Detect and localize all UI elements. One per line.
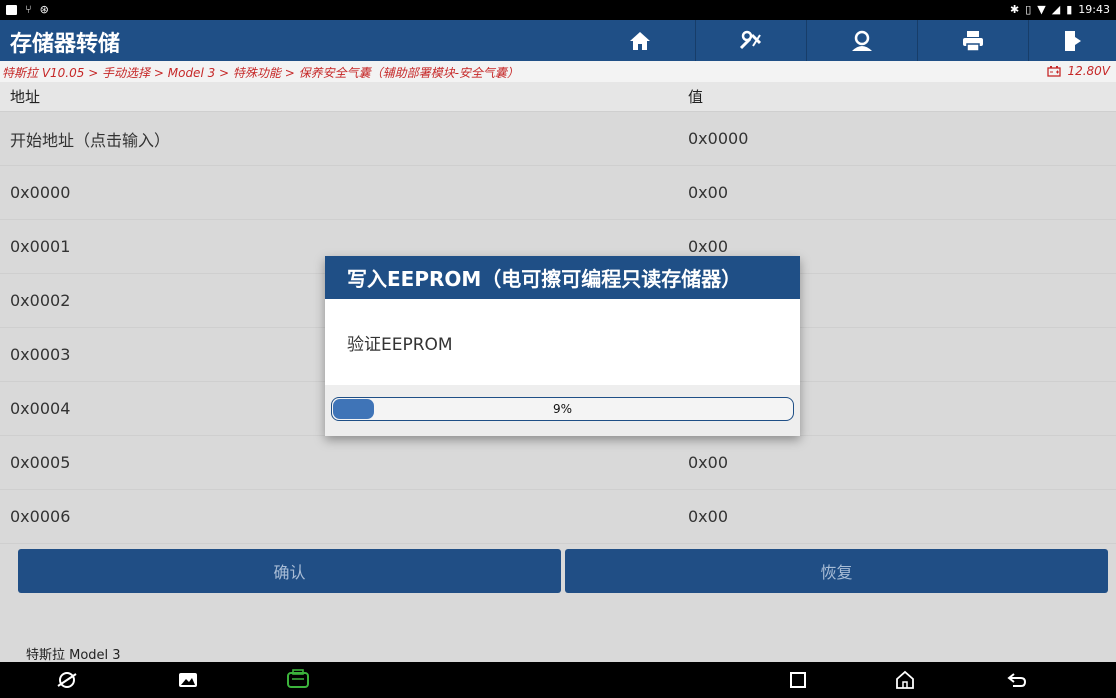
progress-label: 9% <box>552 402 573 416</box>
cell-address: 0x0005 <box>10 453 71 472</box>
browser-button[interactable] <box>55 668 79 692</box>
exit-button[interactable] <box>1029 20 1116 61</box>
vehicle-label: 特斯拉 Model 3 <box>26 648 121 663</box>
home-icon <box>630 31 650 50</box>
breadcrumb-path: 特斯拉 V10.05 > 手动选择 > Model 3 > 特殊功能 > 保养安… <box>2 66 519 80</box>
usb-icon: ⑂ <box>25 3 32 16</box>
table-row[interactable]: 0x0006 0x00 <box>0 490 1116 544</box>
signal-icon: ◢ <box>1051 3 1061 16</box>
print-button[interactable] <box>918 20 1028 61</box>
printer-icon <box>963 30 983 52</box>
table-row[interactable]: 0x0005 0x00 <box>0 436 1116 490</box>
gallery-button[interactable] <box>176 668 200 692</box>
confirm-button[interactable]: 确认 <box>18 549 561 593</box>
column-header-address: 地址 <box>10 88 41 106</box>
recents-icon <box>790 672 806 688</box>
table-row-start-address[interactable]: 开始地址（点击输入） 0x0000 <box>0 112 1116 166</box>
dialog-title: 写入EEPROM（电可擦可编程只读存储器） <box>325 256 800 299</box>
cell-value: 0x00 <box>688 453 729 472</box>
column-header-value: 值 <box>688 88 704 106</box>
home-nav-button[interactable] <box>893 668 917 692</box>
cell-address: 0x0000 <box>10 183 71 202</box>
user-button[interactable] <box>807 20 917 61</box>
progress-bar: 9% <box>331 397 794 421</box>
restore-button[interactable]: 恢复 <box>565 549 1108 593</box>
bluetooth-icon: ✱ <box>1010 3 1020 16</box>
user-icon <box>852 30 872 51</box>
orbit-icon <box>57 672 77 688</box>
table-header: 地址 值 <box>0 82 1116 112</box>
back-button[interactable] <box>1005 668 1029 692</box>
table-row[interactable]: 0x0000 0x00 <box>0 166 1116 220</box>
vci-icon <box>287 669 309 688</box>
cell-value: 0x00 <box>688 507 729 526</box>
back-icon <box>1007 673 1027 687</box>
battery-voltage-icon <box>1047 65 1062 77</box>
cell-value: 0x0000 <box>688 129 749 148</box>
vci-button[interactable] <box>286 668 310 692</box>
breadcrumb: 特斯拉 V10.05 > 手动选择 > Model 3 > 特殊功能 > 保养安… <box>0 61 1116 82</box>
clock: 19:43 <box>1078 3 1110 16</box>
status-bar: ⑂ ⊛ ✱ ▯ ▼ ◢ ▮ 19:43 <box>0 0 1116 20</box>
diagnostic-icon <box>739 30 762 49</box>
voltage-indicator: 12.80V <box>1047 64 1110 78</box>
dialog-message: 验证EEPROM <box>347 334 453 355</box>
voltage-value: 12.80V <box>1067 64 1110 78</box>
action-bar: 确认 恢复 <box>18 549 1108 593</box>
system-nav-bar <box>0 662 1116 698</box>
footer: 特斯拉 Model 3 <box>0 596 1116 663</box>
bluetooth-notify-icon: ⊛ <box>39 3 49 16</box>
recents-button[interactable] <box>786 668 810 692</box>
diagnostic-button[interactable] <box>696 20 806 61</box>
battery-icon: ▮ <box>1066 3 1073 16</box>
notification-icon <box>6 4 17 15</box>
page-title: 存储器转储 <box>10 32 121 57</box>
home-outline-icon <box>896 670 914 689</box>
progress-area: 9% <box>325 385 800 436</box>
cell-address: 开始地址（点击输入） <box>10 130 171 150</box>
home-button[interactable] <box>585 20 695 61</box>
wifi-icon: ▼ <box>1037 3 1046 16</box>
app-header: 存储器转储 <box>0 20 1116 61</box>
exit-icon <box>1064 30 1081 51</box>
vibrate-icon: ▯ <box>1025 3 1032 16</box>
cell-address: 0x0006 <box>10 507 71 526</box>
progress-dialog: 写入EEPROM（电可擦可编程只读存储器） 验证EEPROM 9% <box>325 256 800 436</box>
image-icon <box>179 673 197 687</box>
cell-value: 0x00 <box>688 183 729 202</box>
